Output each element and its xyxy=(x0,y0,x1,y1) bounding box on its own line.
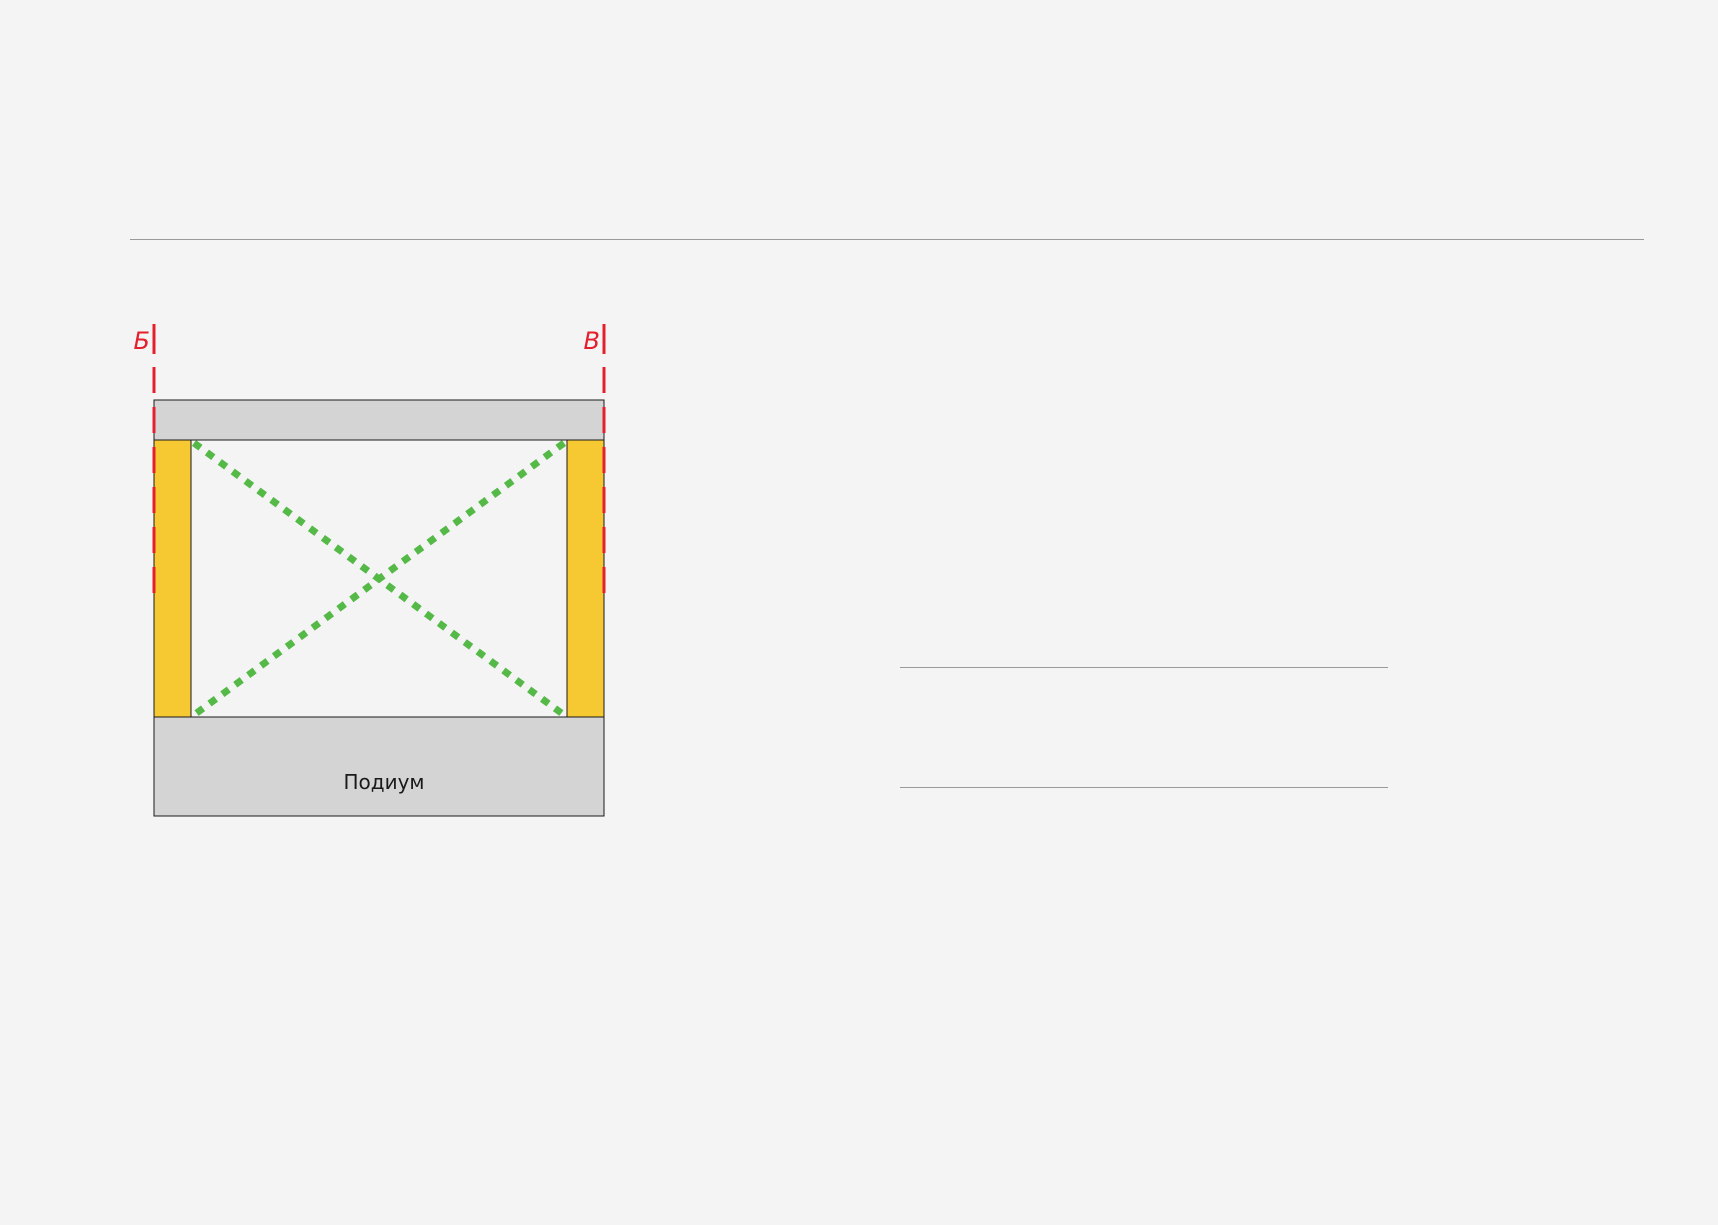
podium xyxy=(153,716,605,817)
section-label-v: В xyxy=(584,327,600,355)
podium-label: Подиум xyxy=(343,770,424,794)
section-label-b: Б xyxy=(134,327,150,355)
floor-plan-diagram: Подиум Б В xyxy=(134,324,606,817)
left-pillar xyxy=(153,439,192,718)
top-band xyxy=(153,399,605,441)
section-marker-b: Б xyxy=(134,324,156,600)
right-pillar xyxy=(566,439,605,718)
